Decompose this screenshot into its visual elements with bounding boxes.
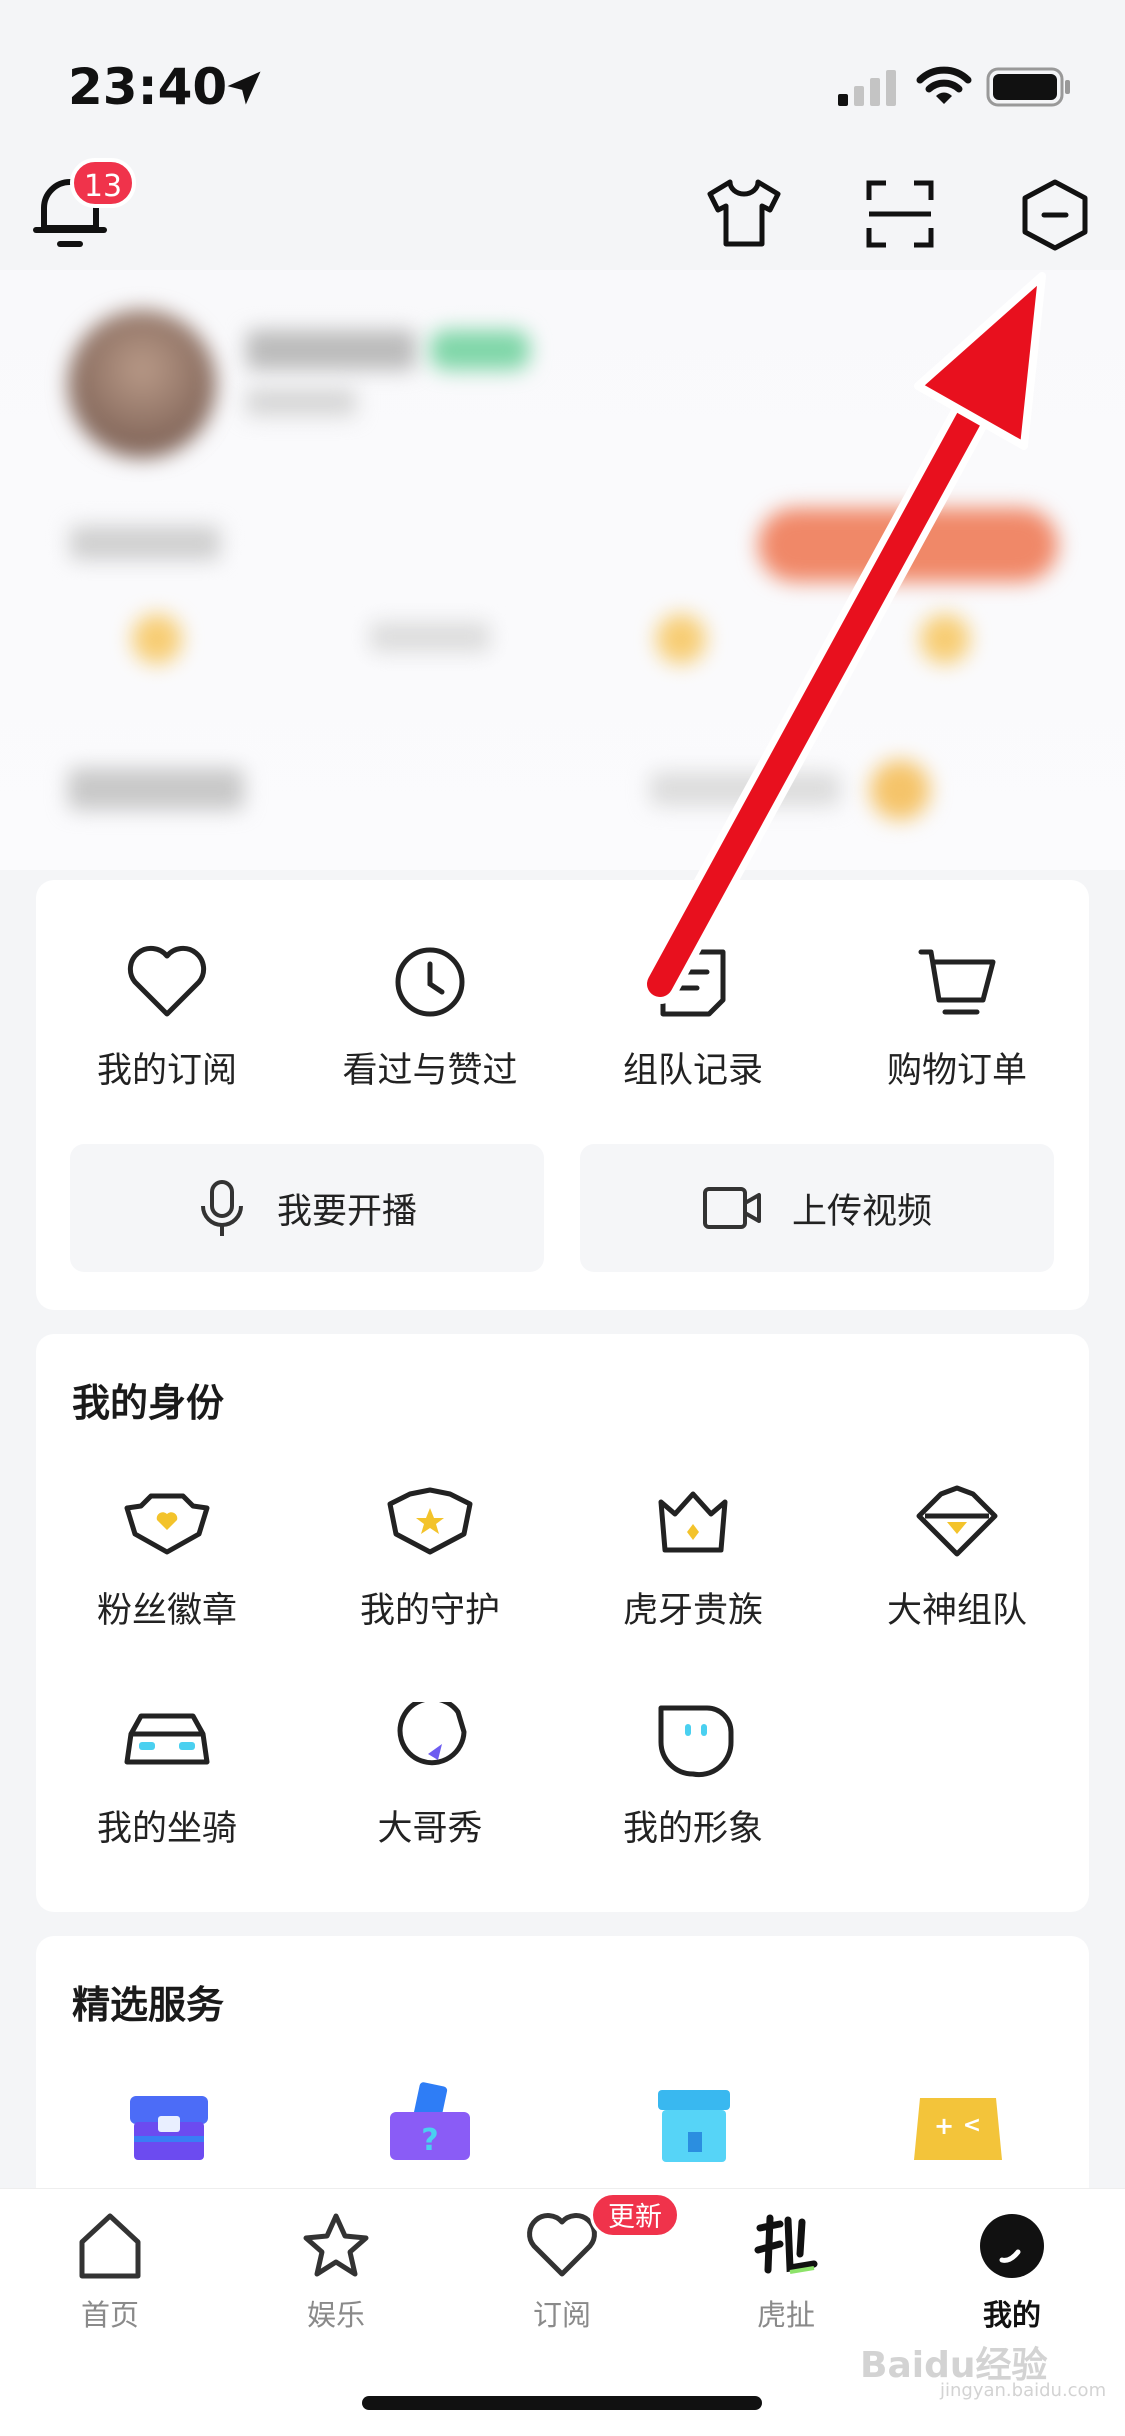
game-card-icon[interactable]: + < <box>910 2088 1006 2166</box>
scan-icon[interactable] <box>866 180 934 248</box>
quick-action-subscribe[interactable]: 我的订阅 <box>42 944 292 1093</box>
status-time: 23:40 <box>68 58 228 116</box>
location-arrow-icon <box>227 71 261 105</box>
quick-action-history[interactable]: 看过与赞过 <box>305 944 555 1093</box>
tab-profile[interactable]: 我的 <box>922 2210 1102 2334</box>
nickname-blurred <box>246 330 416 370</box>
identity-avatar-look[interactable]: 我的形象 <box>568 1702 818 1851</box>
battery-icon <box>986 67 1070 107</box>
upload-video-label: 上传视频 <box>791 1191 932 1232</box>
mystery-box-icon[interactable]: ? <box>386 2082 474 2164</box>
wallet-value-blurred <box>650 772 840 806</box>
tab-entertainment[interactable]: 娱乐 <box>246 2210 426 2334</box>
tab-label: 首页 <box>80 2298 139 2332</box>
start-broadcast-label: 我要开播 <box>276 1191 417 1232</box>
level-tag-blurred <box>430 330 530 370</box>
start-broadcast-button[interactable]: 我要开播 <box>70 1144 544 1272</box>
star-icon <box>303 2213 369 2277</box>
clock-icon <box>395 947 465 1017</box>
guard-icon <box>387 1487 473 1555</box>
update-badge: 更新 <box>590 2192 680 2238</box>
wallet-label-blurred <box>68 768 244 810</box>
tshirt-icon[interactable] <box>706 178 782 248</box>
vip-button-blurred[interactable] <box>758 508 1058 582</box>
identity-fan-badge[interactable]: 粉丝徽章 <box>42 1484 292 1633</box>
identity-label: 我的坐骑 <box>96 1809 237 1849</box>
car-icon <box>124 1713 210 1765</box>
tab-huche[interactable]: 虎扯 <box>696 2210 876 2334</box>
identity-big-brother-show[interactable]: 大哥秀 <box>305 1702 555 1851</box>
level-info-blurred <box>70 526 220 560</box>
quick-action-label: 看过与赞过 <box>342 1051 518 1091</box>
video-camera-icon <box>702 1187 761 1229</box>
coin-icon <box>870 760 930 820</box>
heart-icon <box>527 2213 597 2277</box>
identity-section-title: 我的身份 <box>72 1381 225 1425</box>
svg-text:?: ? <box>421 2123 438 2158</box>
bubble-icon <box>397 1702 467 1766</box>
tab-label: 我的 <box>982 2298 1041 2332</box>
identity-label: 虎牙贵族 <box>622 1591 763 1631</box>
cart-icon <box>918 949 996 1015</box>
user-id-blurred <box>246 388 356 416</box>
profile-icon <box>980 2214 1044 2278</box>
home-indicator[interactable] <box>362 2396 762 2410</box>
avatar[interactable] <box>68 310 216 458</box>
svg-text:+: + <box>934 2112 954 2140</box>
quick-action-orders[interactable]: 购物订单 <box>832 944 1082 1093</box>
heart-icon <box>127 945 207 1017</box>
svg-text:<: < <box>963 2113 981 2138</box>
tab-home[interactable]: 首页 <box>20 2210 200 2334</box>
quick-action-team-record[interactable]: 组队记录 <box>568 944 818 1093</box>
identity-label: 我的形象 <box>622 1809 763 1849</box>
notification-count-badge: 13 <box>70 158 136 208</box>
fan-badge-icon <box>124 1493 210 1555</box>
identity-mount[interactable]: 我的坐骑 <box>42 1702 292 1851</box>
microphone-icon <box>200 1180 243 1236</box>
face-icon <box>658 1705 734 1778</box>
coin-icon <box>656 614 706 664</box>
identity-team[interactable]: 大神组队 <box>832 1484 1082 1633</box>
tab-label: 娱乐 <box>306 2298 365 2332</box>
identity-label: 粉丝徽章 <box>96 1591 237 1631</box>
treasure-box-icon[interactable] <box>126 2086 212 2164</box>
identity-guard[interactable]: 我的守护 <box>305 1484 555 1633</box>
identity-label: 我的守护 <box>359 1591 500 1631</box>
store-icon[interactable] <box>652 2086 736 2166</box>
diamond-icon <box>916 1485 998 1557</box>
huche-icon <box>754 2214 818 2274</box>
quick-action-label: 组队记录 <box>622 1051 763 1091</box>
quick-action-label: 我的订阅 <box>96 1051 237 1091</box>
settings-hexagon-icon[interactable] <box>1020 178 1090 252</box>
identity-label: 大神组队 <box>886 1591 1027 1631</box>
tab-label: 订阅 <box>532 2298 591 2332</box>
stat-blurred <box>370 622 490 652</box>
watermark-url: jingyan.baidu.com <box>940 2380 1107 2401</box>
note-icon <box>660 949 726 1017</box>
home-icon <box>79 2213 141 2279</box>
quick-action-label: 购物订单 <box>886 1051 1027 1091</box>
upload-video-button[interactable]: 上传视频 <box>580 1144 1054 1272</box>
crown-icon <box>658 1491 728 1553</box>
wifi-icon <box>916 66 972 104</box>
cellular-signal-icon <box>838 70 896 106</box>
identity-label: 大哥秀 <box>377 1809 483 1849</box>
services-section-title: 精选服务 <box>72 1983 225 2027</box>
coin-icon <box>920 614 970 664</box>
identity-noble[interactable]: 虎牙贵族 <box>568 1484 818 1633</box>
coin-icon <box>132 614 182 664</box>
tab-label: 虎扯 <box>756 2298 815 2332</box>
